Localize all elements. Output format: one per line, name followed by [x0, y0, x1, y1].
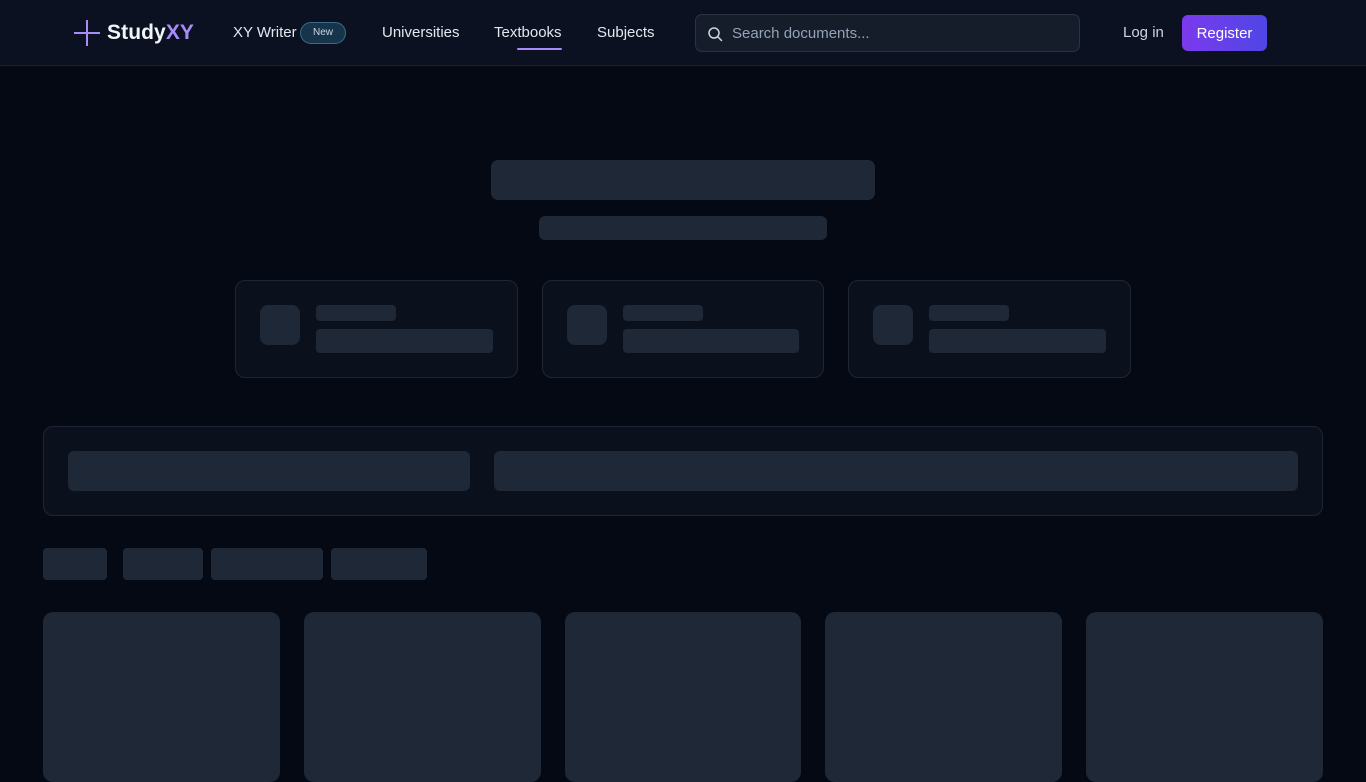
book-card-placeholder: [304, 612, 541, 782]
filter-panel-placeholder: [43, 426, 1323, 516]
stat-card-placeholder: [848, 280, 1131, 378]
filter-select-placeholder: [68, 451, 470, 491]
plus-logo-icon: [74, 20, 100, 46]
nav-universities[interactable]: Universities: [382, 22, 460, 44]
book-card-placeholder: [825, 612, 1062, 782]
filter-input-placeholder: [494, 451, 1298, 491]
tab-placeholder: [331, 548, 427, 580]
tab-placeholder: [43, 548, 107, 580]
search-icon: [708, 27, 723, 42]
search-input[interactable]: [732, 15, 1072, 51]
stat-card-placeholder: [235, 280, 518, 378]
book-card-placeholder: [1086, 612, 1323, 782]
register-button[interactable]: Register: [1182, 15, 1267, 51]
stat-card-placeholder: [542, 280, 824, 378]
stat-icon-placeholder: [260, 305, 300, 345]
stat-icon-placeholder: [873, 305, 913, 345]
hero-title-placeholder: [491, 160, 875, 200]
hero-subtitle-placeholder: [539, 216, 827, 240]
new-badge: New: [300, 22, 346, 44]
brand-name: Study: [107, 21, 166, 44]
stat-value-placeholder: [929, 329, 1106, 353]
brand-name-accent: XY: [165, 21, 194, 44]
book-card-placeholder: [565, 612, 801, 782]
tab-placeholder: [211, 548, 323, 580]
stat-label-placeholder: [316, 305, 396, 321]
stat-value-placeholder: [316, 329, 493, 353]
nav-subjects[interactable]: Subjects: [597, 22, 655, 44]
top-navbar: Study XY XY Writer New Universities Textb…: [0, 0, 1366, 66]
stat-label-placeholder: [623, 305, 703, 321]
nav-xy-writer[interactable]: XY Writer: [233, 22, 297, 44]
stat-label-placeholder: [929, 305, 1009, 321]
nav-textbooks[interactable]: Textbooks: [494, 22, 562, 44]
tab-placeholder: [123, 548, 203, 580]
login-link[interactable]: Log in: [1123, 22, 1164, 44]
book-card-placeholder: [43, 612, 280, 782]
stat-icon-placeholder: [567, 305, 607, 345]
search-bar[interactable]: [695, 14, 1080, 52]
active-nav-indicator: [517, 48, 562, 50]
stat-value-placeholder: [623, 329, 799, 353]
brand-logo[interactable]: Study XY: [74, 19, 194, 47]
